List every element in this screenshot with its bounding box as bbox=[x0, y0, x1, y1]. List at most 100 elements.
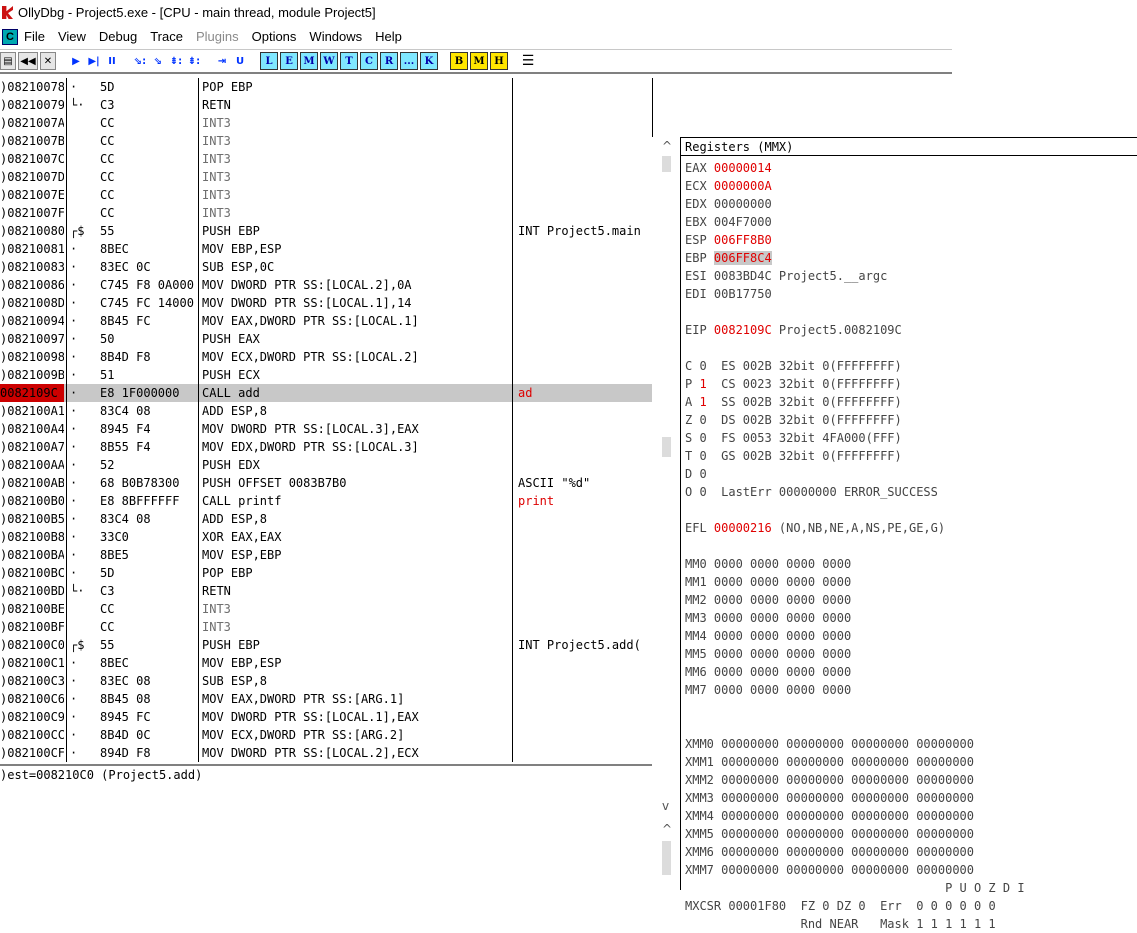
register-value[interactable]: 00001F80 bbox=[728, 899, 786, 913]
register-line[interactable]: ECX 0000000A bbox=[685, 178, 772, 195]
register-line[interactable]: EIP 0082109C Project5.0082109C bbox=[685, 322, 902, 339]
disasm-row[interactable]: )0821007C CC INT3 bbox=[0, 150, 652, 168]
register-value[interactable]: 00000216 bbox=[714, 521, 772, 535]
registers-pane[interactable]: Registers (MMX) EAX 00000014 ECX 0000000A… bbox=[680, 137, 1137, 931]
register-value[interactable]: 00000000 00000000 00000000 00000000 bbox=[721, 755, 974, 769]
register-line[interactable]: XMM1 00000000 00000000 00000000 00000000 bbox=[685, 754, 974, 771]
references-window-button[interactable]: R bbox=[380, 52, 398, 70]
disasm-row[interactable]: )0821007D CC INT3 bbox=[0, 168, 652, 186]
memory-window-button[interactable]: M bbox=[300, 52, 318, 70]
disasm-row[interactable]: )08210094 · 8B45 FC MOV EAX,DWORD PTR SS:[L… bbox=[0, 312, 652, 330]
disasm-row[interactable]: )082100B0 · E8 8BFFFFFF CALL printf print bbox=[0, 492, 652, 510]
register-value[interactable]: 0000 0000 0000 0000 bbox=[714, 683, 851, 697]
register-value[interactable]: 0 bbox=[699, 413, 706, 427]
register-value[interactable]: 004F7000 bbox=[714, 215, 772, 229]
register-line[interactable]: MM6 0000 0000 0000 0000 bbox=[685, 664, 851, 681]
restart-icon[interactable]: ◀◀ bbox=[18, 52, 38, 70]
execute-till-user-code-icon[interactable]: U bbox=[232, 52, 248, 70]
modules-window-button[interactable]: E bbox=[280, 52, 298, 70]
register-line[interactable]: Rnd NEAR Mask 1 1 1 1 1 1 bbox=[685, 916, 996, 933]
register-line[interactable]: XMM6 00000000 00000000 00000000 00000000 bbox=[685, 844, 974, 861]
register-line[interactable]: MM4 0000 0000 0000 0000 bbox=[685, 628, 851, 645]
disasm-row[interactable]: )082100C9 · 8945 FC MOV DWORD PTR SS:[LOCAL… bbox=[0, 708, 652, 726]
disasm-row[interactable]: )08210078 · 5D POP EBP bbox=[0, 78, 652, 96]
call-stack-window-button[interactable]: K bbox=[420, 52, 438, 70]
register-line[interactable]: MM1 0000 0000 0000 0000 bbox=[685, 574, 851, 591]
register-value[interactable]: 00000000 00000000 00000000 00000000 bbox=[721, 827, 974, 841]
disasm-row[interactable]: )08210080 ┌$ 55 PUSH EBP INT Project5.main bbox=[0, 222, 652, 240]
disasm-row[interactable]: )082100C1 · 8BEC MOV EBP,ESP bbox=[0, 654, 652, 672]
register-value[interactable]: 0 bbox=[699, 467, 706, 481]
disasm-row[interactable]: )0821007F CC INT3 bbox=[0, 204, 652, 222]
register-value[interactable]: 0082109C bbox=[714, 323, 772, 337]
menu-options[interactable]: Options bbox=[252, 29, 297, 44]
disasm-row[interactable]: )082100CF · 894D F8 MOV DWORD PTR SS:[LOCAL… bbox=[0, 744, 652, 762]
scroll-thumb[interactable] bbox=[662, 156, 671, 172]
cpu-window-icon[interactable]: C bbox=[2, 28, 18, 45]
open-file-icon[interactable]: ▤ bbox=[0, 52, 16, 70]
register-value[interactable]: 00000014 bbox=[714, 161, 772, 175]
disasm-row[interactable]: )082100BF CC INT3 bbox=[0, 618, 652, 636]
trace-into-icon[interactable]: ⇟: bbox=[168, 52, 184, 70]
register-line[interactable]: D 0 bbox=[685, 466, 707, 483]
register-value[interactable]: 0 bbox=[699, 359, 706, 373]
disasm-row[interactable]: )082100C3 · 83EC 08 SUB ESP,8 bbox=[0, 672, 652, 690]
register-line[interactable]: EBX 004F7000 bbox=[685, 214, 772, 231]
register-value[interactable]: 00000000 00000000 00000000 00000000 bbox=[721, 737, 974, 751]
register-value[interactable]: 0000 0000 0000 0000 bbox=[714, 611, 851, 625]
register-value[interactable]: 00000000 00000000 00000000 00000000 bbox=[721, 863, 974, 877]
menu-plugins[interactable]: Plugins bbox=[196, 29, 239, 44]
disasm-row[interactable]: )082100BE CC INT3 bbox=[0, 600, 652, 618]
log-window-button[interactable]: L bbox=[260, 52, 278, 70]
disasm-row[interactable]: )0821007E CC INT3 bbox=[0, 186, 652, 204]
threads-window-button[interactable]: T bbox=[340, 52, 358, 70]
disasm-row[interactable]: )082100A7 · 8B55 F4 MOV EDX,DWORD PTR SS:[L… bbox=[0, 438, 652, 456]
register-value[interactable]: 00000000 bbox=[714, 197, 772, 211]
register-line[interactable]: EAX 00000014 bbox=[685, 160, 772, 177]
memory-breakpoints-button[interactable]: M bbox=[470, 52, 488, 70]
register-value[interactable]: 0000 0000 0000 0000 bbox=[714, 629, 851, 643]
register-value[interactable]: 006FF8C4 bbox=[713, 251, 772, 265]
register-value[interactable]: 1 bbox=[699, 395, 706, 409]
register-value[interactable]: 0000 0000 0000 0000 bbox=[714, 665, 851, 679]
breakpoints-window-button[interactable]: B bbox=[450, 52, 468, 70]
disasm-row[interactable]: )082100BA · 8BE5 MOV ESP,EBP bbox=[0, 546, 652, 564]
register-line[interactable]: A 1 SS 002B 32bit 0(FFFFFFFF) bbox=[685, 394, 902, 411]
disasm-row[interactable]: )08210097 · 50 PUSH EAX bbox=[0, 330, 652, 348]
execute-till-return-icon[interactable]: ⇥ bbox=[214, 52, 230, 70]
register-value[interactable]: 00000000 00000000 00000000 00000000 bbox=[721, 791, 974, 805]
register-line[interactable]: XMM4 00000000 00000000 00000000 00000000 bbox=[685, 808, 974, 825]
register-value[interactable]: 0000000A bbox=[714, 179, 772, 193]
register-value[interactable]: 00000000 00000000 00000000 00000000 bbox=[721, 845, 974, 859]
disasm-row[interactable]: )082100B5 · 83C4 08 ADD ESP,8 bbox=[0, 510, 652, 528]
register-line[interactable]: P 1 CS 0023 32bit 0(FFFFFFFF) bbox=[685, 376, 902, 393]
register-value[interactable]: 00000000 00000000 00000000 00000000 bbox=[721, 809, 974, 823]
disasm-row[interactable]: )0821008D · C745 FC 14000 MOV DWORD PTR SS:… bbox=[0, 294, 652, 312]
register-line[interactable]: EDX 00000000 bbox=[685, 196, 772, 213]
register-line[interactable]: Z 0 DS 002B 32bit 0(FFFFFFFF) bbox=[685, 412, 902, 429]
register-line[interactable]: EFL 00000216 (NO,NB,NE,A,NS,PE,GE,G) bbox=[685, 520, 945, 537]
disasm-row[interactable]: )08210079 └· C3 RETN bbox=[0, 96, 652, 114]
register-line[interactable]: C 0 ES 002B 32bit 0(FFFFFFFF) bbox=[685, 358, 902, 375]
register-line[interactable]: ESP 006FF8B0 bbox=[685, 232, 772, 249]
disasm-row[interactable]: )082100A4 · 8945 F4 MOV DWORD PTR SS:[LOCAL… bbox=[0, 420, 652, 438]
menu-trace[interactable]: Trace bbox=[150, 29, 183, 44]
register-value[interactable]: 0 bbox=[699, 449, 706, 463]
disasm-row[interactable]: )082100B8 · 33C0 XOR EAX,EAX bbox=[0, 528, 652, 546]
register-value[interactable]: 0000 0000 0000 0000 bbox=[714, 575, 851, 589]
register-line[interactable]: XMM7 00000000 00000000 00000000 00000000 bbox=[685, 862, 974, 879]
register-line[interactable]: MM5 0000 0000 0000 0000 bbox=[685, 646, 851, 663]
step-over-icon[interactable]: ⇘ bbox=[150, 52, 166, 70]
scroll-thumb[interactable] bbox=[662, 841, 671, 875]
scroll-thumb[interactable] bbox=[662, 437, 671, 457]
register-value[interactable]: 1 bbox=[699, 377, 706, 391]
list-icon[interactable]: ☰ bbox=[520, 52, 536, 70]
register-line[interactable]: XMM2 00000000 00000000 00000000 00000000 bbox=[685, 772, 974, 789]
register-value[interactable]: 0000 0000 0000 0000 bbox=[714, 647, 851, 661]
disasm-row[interactable]: )082100C0 ┌$ 55 PUSH EBP INT Project5.add( bbox=[0, 636, 652, 654]
disasm-row[interactable]: )082100AA · 52 PUSH EDX bbox=[0, 456, 652, 474]
register-line[interactable]: MXCSR 00001F80 FZ 0 DZ 0 Err 0 0 0 0 0 0 bbox=[685, 898, 996, 915]
register-line[interactable]: XMM3 00000000 00000000 00000000 00000000 bbox=[685, 790, 974, 807]
run-thread-icon[interactable]: ▶| bbox=[86, 52, 102, 70]
register-line[interactable]: MM7 0000 0000 0000 0000 bbox=[685, 682, 851, 699]
